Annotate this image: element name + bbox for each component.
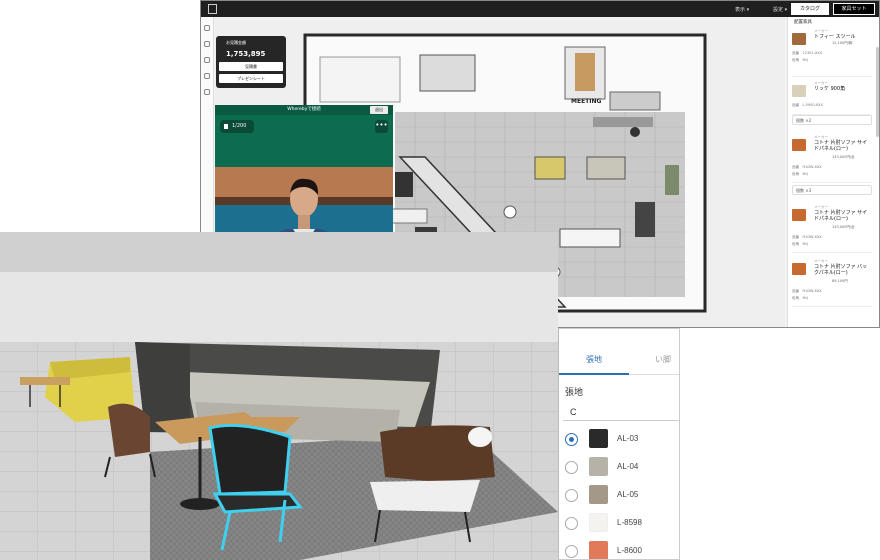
radio[interactable] [565, 489, 578, 502]
meeting-room-label: MEETING [571, 98, 602, 105]
item-code-label: 品番 [792, 103, 799, 107]
leave-tag[interactable]: 退出 [370, 106, 388, 114]
catalog-item[interactable]: メーカー リッケ 900角 品番 L-5900-XXX [792, 79, 872, 115]
item-name: トフィー スツール [814, 34, 856, 40]
catalog-item[interactable]: メーカー コトナ 片肘ソファ サイドパネル(ロー) 143,000円/台 品番 … [792, 203, 872, 253]
radio[interactable] [565, 461, 578, 474]
estimate-label: お見積金額 [226, 40, 246, 45]
item-price: 12,100円/脚 [832, 41, 853, 45]
presentation-button[interactable]: プレゼンシート [219, 74, 283, 83]
item-color: MrJ [802, 58, 809, 62]
top-toolbar: 表示 ▾ 設定 ▾ カタログ 家具セット [201, 1, 879, 17]
participant-counter[interactable]: 1/200 [220, 120, 254, 133]
material-panel: 張地 い脚 張地 C AL-03 AL-04 AL-05 L-8598 L-86… [558, 328, 680, 560]
3d-room-view[interactable] [0, 232, 558, 560]
swatch-option[interactable]: L-8598 [565, 511, 679, 535]
material-tabs: 張地 い脚 [559, 345, 679, 375]
item-code-label: 品番 [792, 235, 799, 239]
quote-button[interactable]: 見積書 [219, 62, 283, 71]
quantity-select[interactable]: 個数 ×2 [792, 115, 872, 125]
item-code-label: 品番 [792, 289, 799, 293]
quantity-select[interactable]: 個数 ×3 [792, 185, 872, 195]
catalog-title: 配置家具 [794, 20, 812, 25]
color-swatch [589, 429, 608, 448]
item-thumbnail [792, 33, 806, 45]
settings-menu[interactable]: 設定 ▾ [773, 6, 787, 13]
color-swatch [589, 513, 608, 532]
item-name: コトナ 片肘ソファ サイドパネル(ロー) [814, 140, 868, 152]
item-color: MrJ [802, 296, 809, 300]
item-code: H1DW-XXX [802, 289, 822, 293]
undo-icon[interactable] [204, 25, 210, 31]
estimate-value: 1,753,895 [226, 50, 266, 58]
item-color: MrJ [802, 172, 809, 176]
color-swatch [589, 541, 608, 559]
item-thumbnail [792, 139, 806, 151]
color-swatch [589, 457, 608, 476]
catalog-sidebar: 配置家具 メーカー トフィー スツール 12,100円/脚 品番 12301-X… [787, 17, 879, 327]
item-color-label: 色柄 [792, 296, 799, 300]
camera-icon[interactable] [204, 73, 210, 79]
app-logo-icon[interactable] [208, 4, 217, 14]
swatch-label: AL-05 [617, 490, 639, 499]
item-color: MrJ [802, 242, 809, 246]
catalog-item[interactable]: メーカー コトナ 片肘ソファ サイドパネル(ロー) 143,000円/台 品番 … [792, 133, 872, 183]
tab-upholstery[interactable]: 張地 [559, 345, 629, 375]
furniture-set-button[interactable]: 家具セット [833, 3, 875, 15]
item-code: H1DW-XXX [802, 235, 822, 239]
catalog-button[interactable]: カタログ [791, 3, 829, 15]
item-color-label: 色柄 [792, 242, 799, 246]
item-code: 12301-XXX [802, 51, 823, 55]
swatch-option[interactable]: AL-04 [565, 455, 679, 479]
item-name: コトナ 片肘ソファ バックパネル(ロー) [814, 264, 868, 276]
item-price: 143,000円/台 [832, 225, 855, 229]
item-price: 89,100円 [832, 279, 848, 283]
radio-selected[interactable] [565, 433, 578, 446]
item-code: L-5900-XXX [802, 103, 823, 107]
item-color-label: 色柄 [792, 172, 799, 176]
item-price: 143,000円/台 [832, 155, 855, 159]
more-options-icon[interactable]: ••• [375, 120, 388, 133]
swatch-option[interactable]: AL-03 [565, 427, 679, 451]
swatch-label: AL-03 [617, 434, 639, 443]
item-code-label: 品番 [792, 51, 799, 55]
swatch-label: AL-04 [617, 462, 639, 471]
swatch-option[interactable]: L-8600 [565, 539, 679, 559]
item-thumbnail [792, 85, 806, 97]
fullscreen-icon[interactable] [204, 89, 210, 95]
redo-icon[interactable] [204, 41, 210, 47]
catalog-scrollbar[interactable] [876, 47, 879, 137]
swatch-label: L-8598 [617, 518, 642, 527]
item-thumbnail [792, 263, 806, 275]
item-code-label: 品番 [792, 165, 799, 169]
radio[interactable] [565, 517, 578, 530]
item-thumbnail [792, 209, 806, 221]
pan-icon[interactable] [204, 57, 210, 63]
item-color-label: 色柄 [792, 58, 799, 62]
catalog-item[interactable]: メーカー トフィー スツール 12,100円/脚 品番 12301-XXX 色柄… [792, 27, 872, 77]
tab-legs[interactable]: い脚 [655, 345, 679, 375]
item-name: コトナ 片肘ソファ サイドパネル(ロー) [814, 210, 868, 222]
video-call-header: Wherebyで接続 [215, 105, 393, 115]
color-swatch [589, 485, 608, 504]
swatch-option[interactable]: AL-05 [565, 483, 679, 507]
item-name: リッケ 900角 [814, 86, 846, 92]
view-menu[interactable]: 表示 ▾ [735, 6, 749, 13]
item-code: H1DW-XXX [802, 165, 822, 169]
swatch-label: L-8600 [617, 546, 642, 555]
radio[interactable] [565, 545, 578, 558]
estimate-panel: お見積金額 1,753,895 見積書 プレゼンシート [216, 36, 286, 88]
catalog-item[interactable]: メーカー コトナ 片肘ソファ バックパネル(ロー) 89,100円 品番 H1D… [792, 257, 872, 307]
section-title: 張地 [565, 387, 584, 397]
grade-select[interactable]: C [563, 403, 679, 421]
